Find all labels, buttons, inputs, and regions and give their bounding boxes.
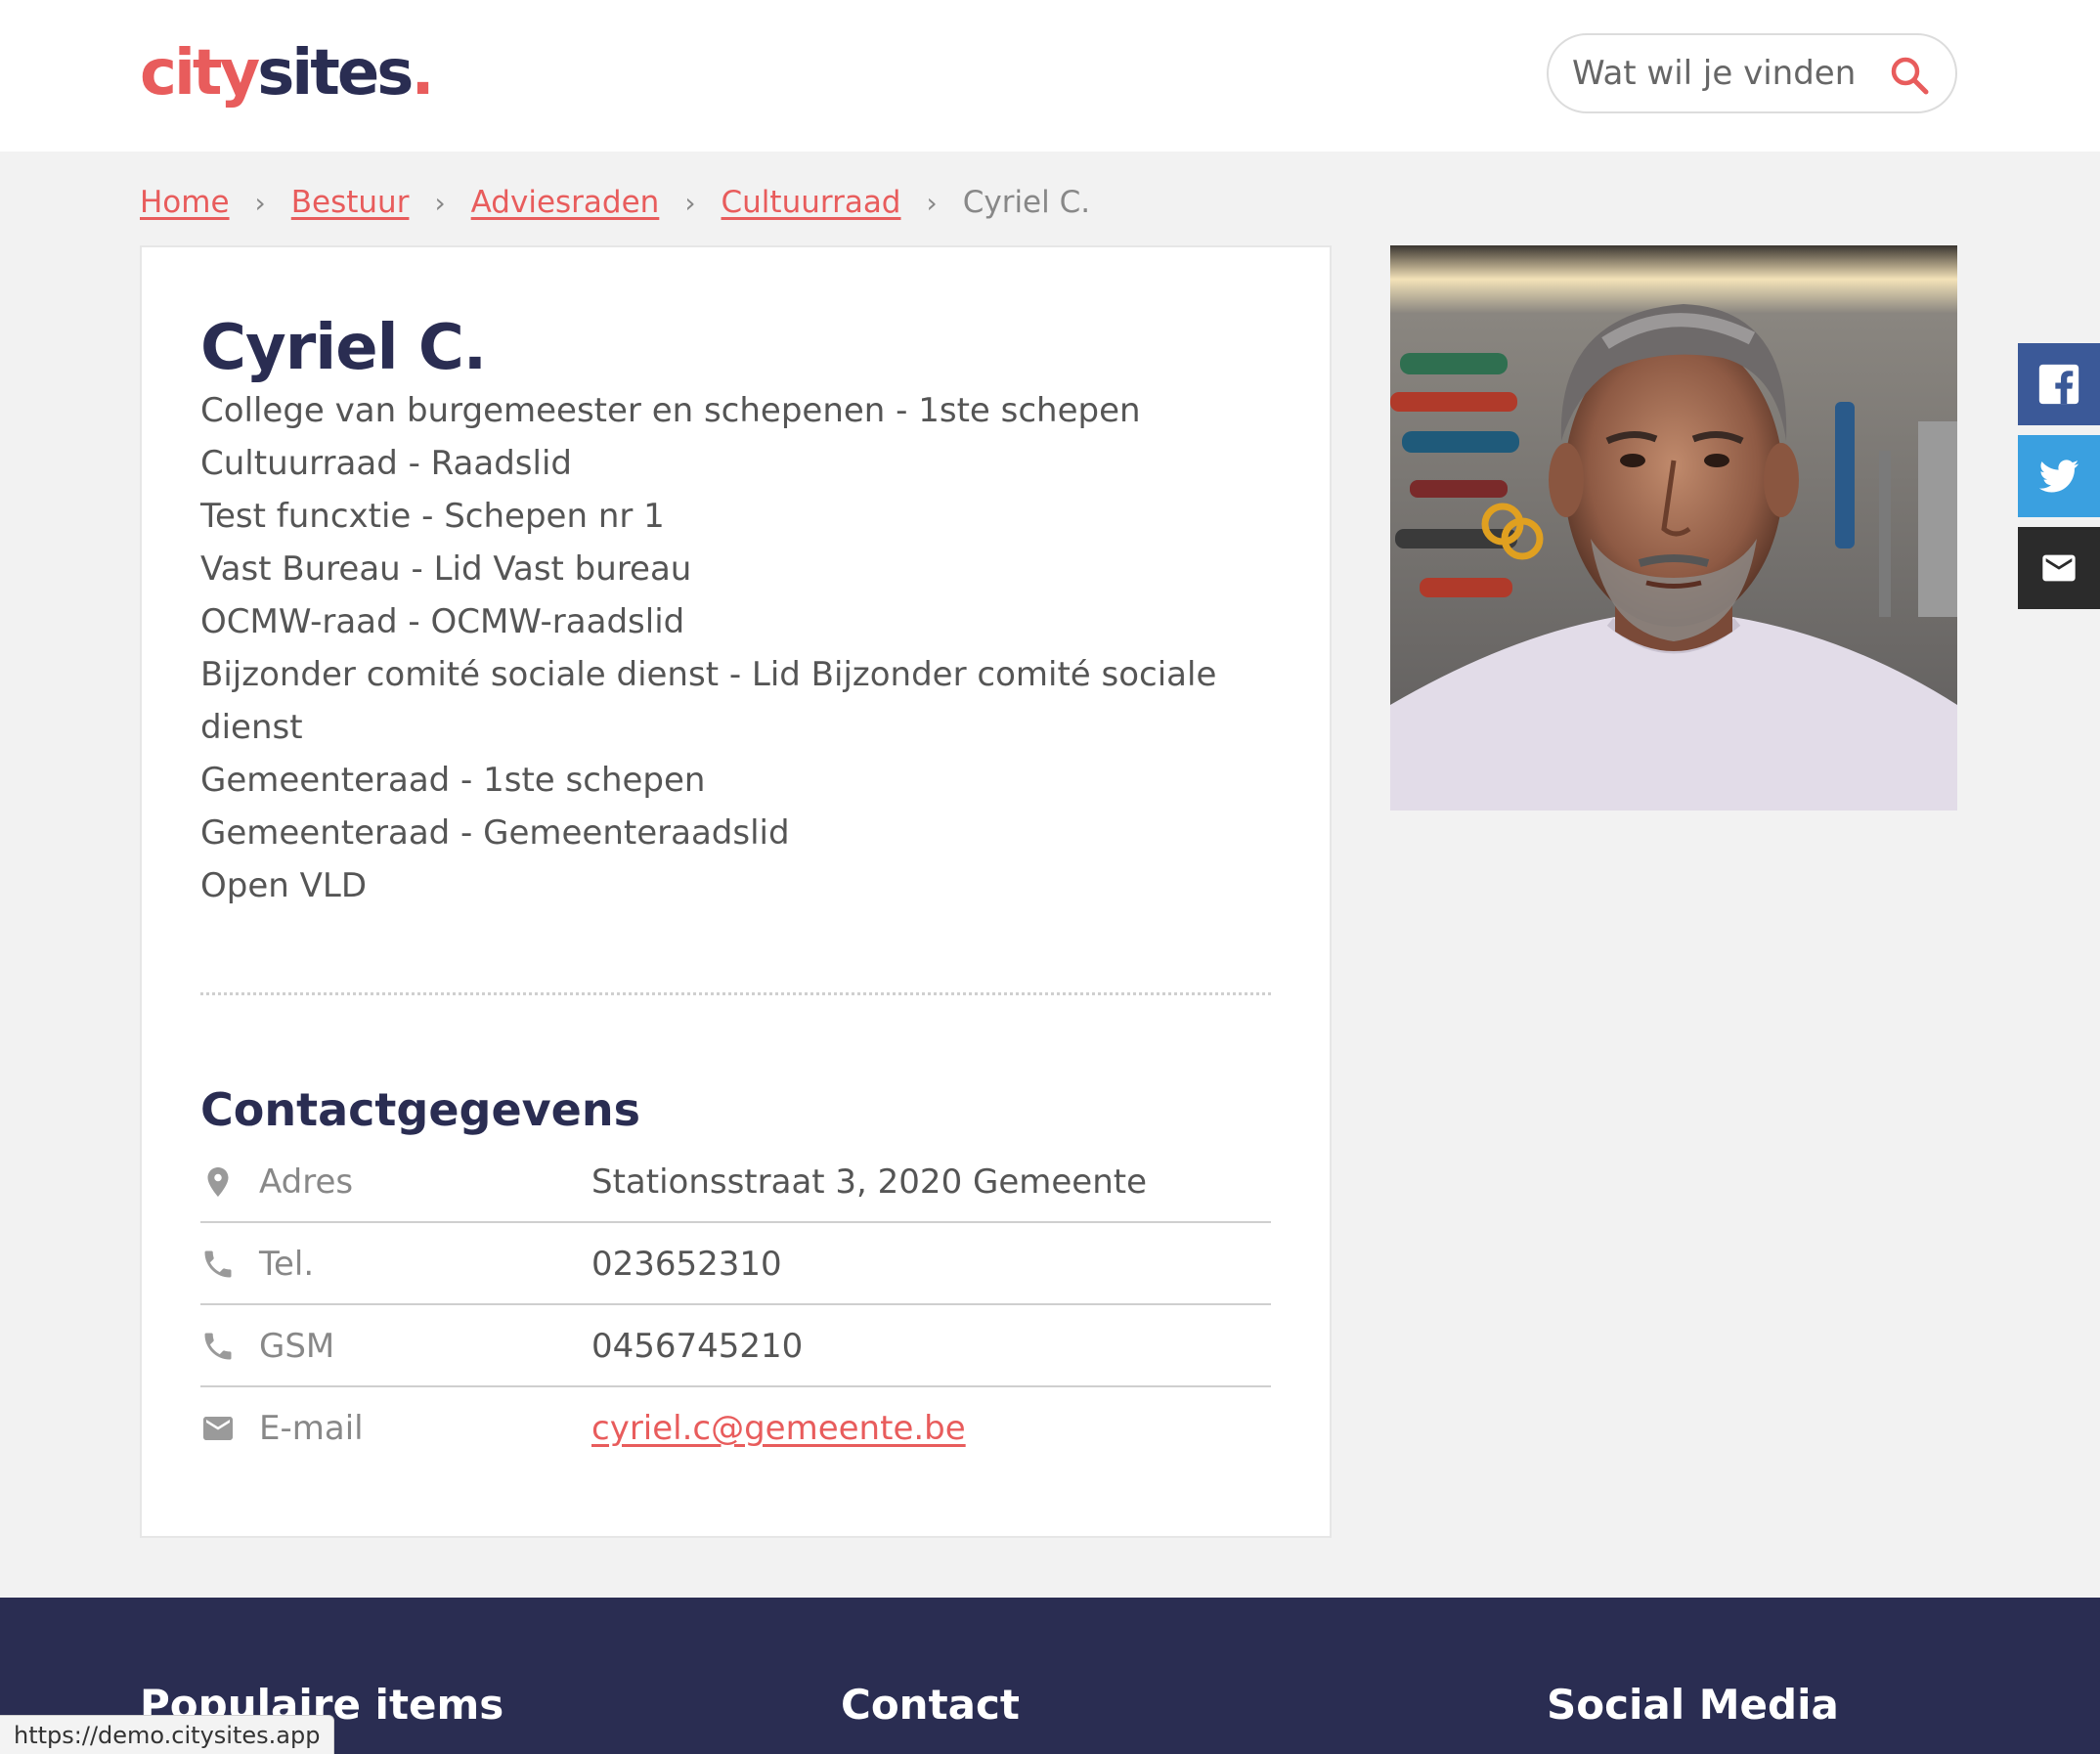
contact-value: Stationsstraat 3, 2020 Gemeente: [591, 1162, 1148, 1202]
breadcrumb-separator: ›: [684, 186, 696, 219]
phone-icon: [204, 1333, 232, 1360]
contact-label: Adres: [259, 1162, 354, 1202]
contact-label: GSM: [259, 1327, 335, 1366]
role-list: College van burgemeester en schepenen - …: [200, 384, 1256, 912]
breadcrumb-adviesraden[interactable]: Adviesraden: [471, 185, 660, 220]
breadcrumb-separator: ›: [254, 186, 266, 219]
profile-photo: [1390, 245, 1957, 811]
status-bar-url: https://demo.citysites.app: [0, 1715, 335, 1754]
breadcrumb-separator: ›: [926, 186, 938, 219]
page: citysites. Home › Bestuur › Adviesraden …: [0, 0, 2100, 1754]
mail-icon: [203, 1417, 233, 1440]
breadcrumb-home[interactable]: Home: [140, 185, 230, 220]
mail-icon: [2042, 554, 2076, 582]
footer-heading-social: Social Media: [1547, 1681, 1839, 1729]
search-box: [1547, 33, 1957, 113]
role-item: Bijzonder comité sociale dienst - Lid Bi…: [200, 655, 1217, 747]
profile-card: Cyriel C. College van burgemeester en sc…: [140, 245, 1332, 1538]
share-mail-button[interactable]: [2018, 527, 2100, 609]
contact-table: Adres Stationsstraat 3, 2020 Gemeente Te…: [200, 1141, 1271, 1469]
logo-dot: .: [411, 37, 434, 110]
facebook-icon: [2038, 364, 2079, 405]
contact-row-address: Adres Stationsstraat 3, 2020 Gemeente: [200, 1141, 1271, 1223]
contact-label: Tel.: [259, 1245, 315, 1284]
footer-heading-contact: Contact: [841, 1681, 1020, 1729]
role-item: Test funcxtie - Schepen nr 1: [200, 497, 665, 536]
breadcrumb-current: Cyriel C.: [962, 185, 1091, 220]
role-item: Gemeenteraad - 1ste schepen: [200, 761, 706, 800]
contact-row-phone: Tel. 023652310: [200, 1223, 1271, 1305]
share-twitter-button[interactable]: [2018, 435, 2100, 517]
search-input[interactable]: [1572, 49, 1865, 98]
role-item: Open VLD: [200, 866, 367, 905]
role-item: College van burgemeester en schepenen - …: [200, 391, 1141, 430]
breadcrumb-separator: ›: [434, 186, 446, 219]
share-facebook-button[interactable]: [2018, 343, 2100, 425]
breadcrumb-bestuur[interactable]: Bestuur: [291, 185, 410, 220]
contact-label: E-mail: [259, 1409, 364, 1448]
contact-value: 0456745210: [591, 1327, 804, 1366]
twitter-icon: [2038, 460, 2079, 493]
phone-icon: [204, 1250, 232, 1278]
contact-heading: Contactgegevens: [200, 1083, 640, 1136]
contact-value: 023652310: [591, 1245, 782, 1284]
section-divider: [200, 992, 1271, 995]
breadcrumb: Home › Bestuur › Adviesraden › Cultuurra…: [140, 178, 1090, 227]
page-title: Cyriel C.: [200, 312, 487, 384]
logo-city: city: [140, 37, 260, 110]
breadcrumb-cultuurraad[interactable]: Cultuurraad: [722, 185, 901, 220]
site-header: citysites.: [0, 0, 2100, 152]
role-item: Gemeenteraad - Gemeenteraadslid: [200, 813, 790, 853]
share-bar: [2018, 343, 2100, 619]
contact-row-gsm: GSM 0456745210: [200, 1305, 1271, 1387]
contact-row-email: E-mail cyriel.c@gemeente.be: [200, 1387, 1271, 1469]
role-item: Vast Bureau - Lid Vast bureau: [200, 549, 692, 589]
email-link[interactable]: cyriel.c@gemeente.be: [591, 1387, 966, 1469]
site-logo[interactable]: citysites.: [140, 29, 435, 117]
location-pin-icon: [207, 1167, 229, 1197]
logo-sites: sites: [257, 37, 414, 110]
role-item: OCMW-raad - OCMW-raadslid: [200, 602, 685, 641]
role-item: Cultuurraad - Raadslid: [200, 444, 572, 483]
search-icon[interactable]: [1887, 53, 1932, 98]
